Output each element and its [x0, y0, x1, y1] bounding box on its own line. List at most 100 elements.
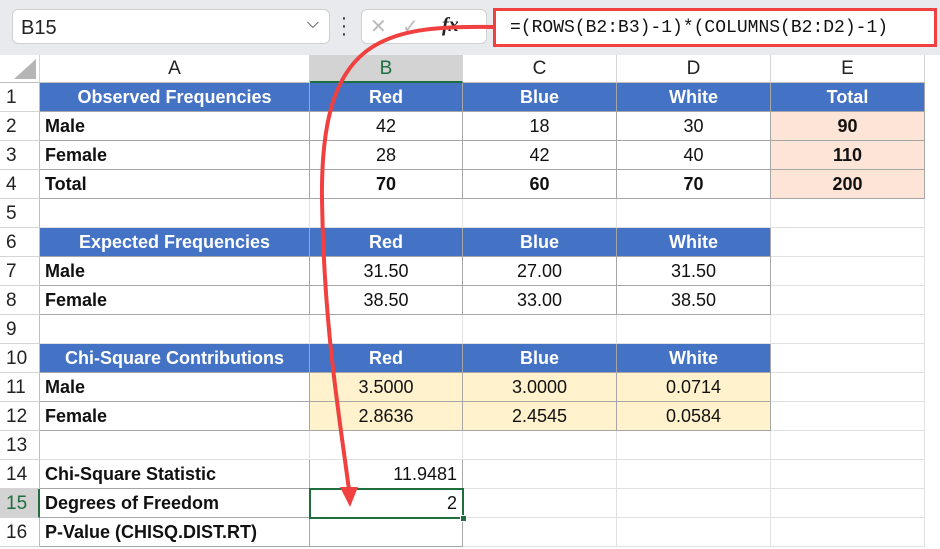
cell-C16[interactable] — [463, 518, 617, 547]
cell-B5[interactable] — [310, 199, 463, 228]
cell-E14[interactable] — [771, 460, 925, 489]
insert-function-icon[interactable]: fx — [442, 14, 459, 37]
row-header-7[interactable]: 7 — [0, 257, 40, 286]
cell-B3[interactable]: 28 — [310, 141, 463, 170]
cell-C4[interactable]: 60 — [463, 170, 617, 199]
cell-B8[interactable]: 38.50 — [310, 286, 463, 315]
cell-C8[interactable]: 33.00 — [463, 286, 617, 315]
enter-icon[interactable]: ✓ — [402, 14, 419, 39]
row-header-5[interactable]: 5 — [0, 199, 40, 228]
row-header-8[interactable]: 8 — [0, 286, 40, 315]
cell-A15[interactable]: Degrees of Freedom — [40, 489, 310, 518]
cell-E3[interactable]: 110 — [771, 141, 925, 170]
cell-D14[interactable] — [617, 460, 771, 489]
cell-D2[interactable]: 30 — [617, 112, 771, 141]
row-header-2[interactable]: 2 — [0, 112, 40, 141]
cell-D9[interactable] — [617, 315, 771, 344]
cell-D5[interactable] — [617, 199, 771, 228]
cell-E1[interactable]: Total — [771, 83, 925, 112]
column-header-B[interactable]: B — [310, 55, 463, 83]
cell-E4[interactable]: 200 — [771, 170, 925, 199]
chevron-down-icon[interactable]: ⌵ — [307, 15, 319, 33]
fill-handle[interactable] — [460, 515, 467, 522]
row-header-4[interactable]: 4 — [0, 170, 40, 199]
cell-B16[interactable] — [310, 518, 463, 547]
cell-B11[interactable]: 3.5000 — [310, 373, 463, 402]
cell-B7[interactable]: 31.50 — [310, 257, 463, 286]
column-header-A[interactable]: A — [40, 55, 310, 83]
more-options-icon[interactable]: · · · — [340, 8, 348, 44]
cell-C6[interactable]: Blue — [463, 228, 617, 257]
cell-C15[interactable] — [463, 489, 617, 518]
cell-A16[interactable]: P-Value (CHISQ.DIST.RT) — [40, 518, 310, 547]
cell-B9[interactable] — [310, 315, 463, 344]
cell-B10[interactable]: Red — [310, 344, 463, 373]
cell-D16[interactable] — [617, 518, 771, 547]
cell-A8[interactable]: Female — [40, 286, 310, 315]
cancel-icon[interactable]: ✕ — [370, 14, 387, 39]
row-header-3[interactable]: 3 — [0, 141, 40, 170]
cell-C3[interactable]: 42 — [463, 141, 617, 170]
row-header-10[interactable]: 10 — [0, 344, 40, 373]
cell-B6[interactable]: Red — [310, 228, 463, 257]
cell-C2[interactable]: 18 — [463, 112, 617, 141]
cell-A3[interactable]: Female — [40, 141, 310, 170]
cell-A6[interactable]: Expected Frequencies — [40, 228, 310, 257]
row-header-15[interactable]: 15 — [0, 489, 40, 518]
cell-C11[interactable]: 3.0000 — [463, 373, 617, 402]
cell-A12[interactable]: Female — [40, 402, 310, 431]
cell-D4[interactable]: 70 — [617, 170, 771, 199]
cell-E15[interactable] — [771, 489, 925, 518]
cell-B12[interactable]: 2.8636 — [310, 402, 463, 431]
cell-D13[interactable] — [617, 431, 771, 460]
cell-A11[interactable]: Male — [40, 373, 310, 402]
selected-cell-b15[interactable] — [309, 488, 467, 522]
column-header-C[interactable]: C — [463, 55, 617, 83]
row-header-9[interactable]: 9 — [0, 315, 40, 344]
cell-D10[interactable]: White — [617, 344, 771, 373]
row-header-13[interactable]: 13 — [0, 431, 40, 460]
column-header-E[interactable]: E — [771, 55, 925, 83]
cell-E5[interactable] — [771, 199, 925, 228]
cell-E12[interactable] — [771, 402, 925, 431]
cell-C12[interactable]: 2.4545 — [463, 402, 617, 431]
cell-A4[interactable]: Total — [40, 170, 310, 199]
cell-E16[interactable] — [771, 518, 925, 547]
cell-D7[interactable]: 31.50 — [617, 257, 771, 286]
cell-E9[interactable] — [771, 315, 925, 344]
cell-D1[interactable]: White — [617, 83, 771, 112]
cell-C7[interactable]: 27.00 — [463, 257, 617, 286]
cell-E2[interactable]: 90 — [771, 112, 925, 141]
cell-E8[interactable] — [771, 286, 925, 315]
row-header-11[interactable]: 11 — [0, 373, 40, 402]
cell-A14[interactable]: Chi-Square Statistic — [40, 460, 310, 489]
cell-B4[interactable]: 70 — [310, 170, 463, 199]
cell-C10[interactable]: Blue — [463, 344, 617, 373]
row-header-6[interactable]: 6 — [0, 228, 40, 257]
cell-A1[interactable]: Observed Frequencies — [40, 83, 310, 112]
cell-B2[interactable]: 42 — [310, 112, 463, 141]
row-header-14[interactable]: 14 — [0, 460, 40, 489]
row-header-16[interactable]: 16 — [0, 518, 40, 547]
cell-E7[interactable] — [771, 257, 925, 286]
cell-B14[interactable]: 11.9481 — [310, 460, 463, 489]
name-box[interactable]: B15 ⌵ — [12, 9, 330, 44]
cell-D8[interactable]: 38.50 — [617, 286, 771, 315]
cell-C14[interactable] — [463, 460, 617, 489]
cell-A9[interactable] — [40, 315, 310, 344]
cell-A7[interactable]: Male — [40, 257, 310, 286]
cell-C13[interactable] — [463, 431, 617, 460]
cell-D12[interactable]: 0.0584 — [617, 402, 771, 431]
select-all-corner[interactable] — [0, 55, 40, 83]
formula-input[interactable]: =(ROWS(B2:B3)-1)*(COLUMNS(B2:D2)-1) — [493, 8, 937, 47]
cell-C5[interactable] — [463, 199, 617, 228]
row-header-12[interactable]: 12 — [0, 402, 40, 431]
cell-D15[interactable] — [617, 489, 771, 518]
row-header-1[interactable]: 1 — [0, 83, 40, 112]
cell-E10[interactable] — [771, 344, 925, 373]
cell-B13[interactable] — [310, 431, 463, 460]
cell-A10[interactable]: Chi-Square Contributions — [40, 344, 310, 373]
cell-C1[interactable]: Blue — [463, 83, 617, 112]
cell-B1[interactable]: Red — [310, 83, 463, 112]
cell-E11[interactable] — [771, 373, 925, 402]
